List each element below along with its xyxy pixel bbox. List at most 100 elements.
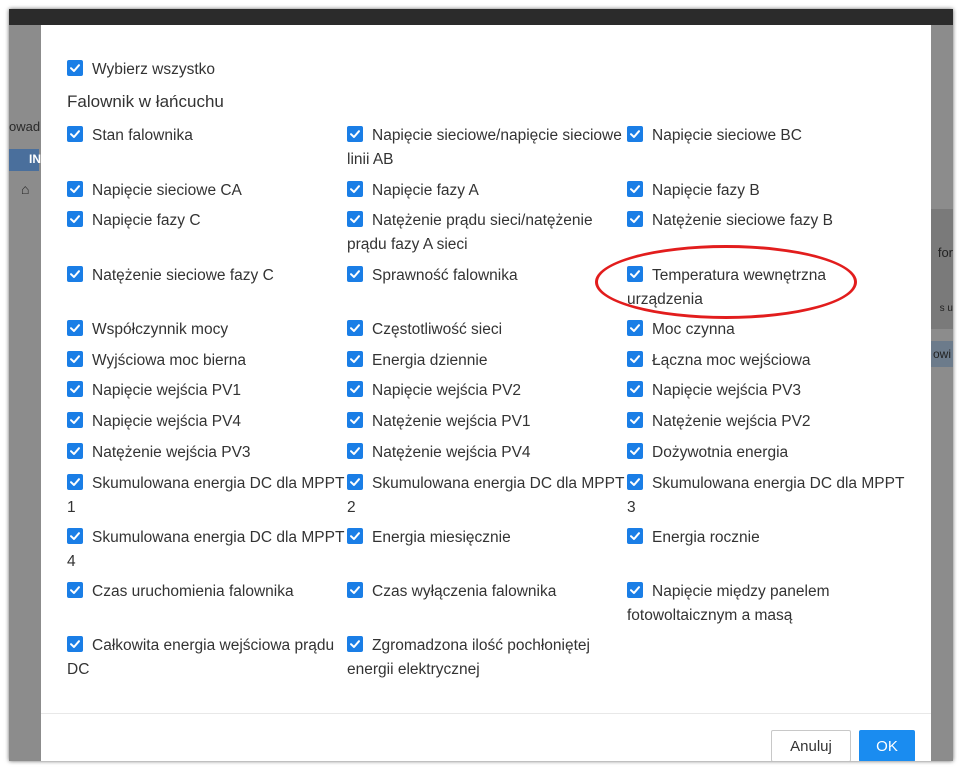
checkbox-checked-icon: [627, 320, 643, 336]
checkbox-checked-icon: [67, 636, 83, 652]
checkbox-item[interactable]: Skumulowana energia DC dla MPPT 3: [627, 472, 912, 520]
checkbox-label: Natężenie sieciowe fazy C: [92, 267, 274, 284]
checkbox-label: Napięcie sieciowe CA: [92, 182, 242, 199]
dialog-footer: Anuluj OK: [41, 713, 931, 761]
checkbox-item[interactable]: Natężenie sieciowe fazy B: [627, 209, 912, 233]
checkbox-item[interactable]: Energia dziennie: [347, 349, 627, 373]
checkbox-item[interactable]: Częstotliwość sieci: [347, 318, 627, 342]
checkbox-item[interactable]: Napięcie sieciowe CA: [67, 179, 347, 203]
checkbox-item[interactable]: Natężenie wejścia PV3: [67, 441, 347, 465]
select-all-label: Wybierz wszystko: [92, 61, 216, 78]
checkbox-item[interactable]: Napięcie fazy A: [347, 179, 627, 203]
checkbox-item[interactable]: Łączna moc wejściowa: [627, 349, 912, 373]
checkbox-checked-icon: [67, 60, 83, 76]
checkbox-item[interactable]: Skumulowana energia DC dla MPPT 4: [67, 526, 347, 574]
checkbox-label: Energia miesięcznie: [372, 529, 511, 546]
checkbox-item[interactable]: Energia miesięcznie: [347, 526, 627, 550]
checkbox-item[interactable]: Zgromadzona ilość pochłoniętej energii e…: [347, 634, 627, 682]
checkbox-label: Natężenie wejścia PV2: [652, 413, 811, 430]
checkbox-checked-icon: [67, 528, 83, 544]
checkbox-label: Współczynnik mocy: [92, 321, 229, 338]
checkbox-checked-icon: [347, 381, 363, 397]
checkbox-checked-icon: [347, 181, 363, 197]
checkbox-item[interactable]: Natężenie sieciowe fazy C: [67, 264, 347, 288]
checkbox-label: Skumulowana energia DC dla MPPT 1: [67, 475, 345, 516]
checkbox-label: Moc czynna: [652, 321, 735, 338]
home-icon: ⌂: [21, 181, 30, 197]
checkbox-label: Skumulowana energia DC dla MPPT 2: [347, 475, 625, 516]
checkbox-label: Natężenie wejścia PV4: [372, 444, 531, 461]
background-right-row: owi: [931, 341, 953, 367]
checkbox-item[interactable]: Napięcie sieciowe BC: [627, 124, 912, 148]
checkbox-checked-icon: [347, 211, 363, 227]
checkbox-checked-icon: [347, 582, 363, 598]
checkbox-item[interactable]: Napięcie wejścia PV1: [67, 379, 347, 403]
checkbox-item[interactable]: Stan falownika: [67, 124, 347, 148]
checkbox-item[interactable]: Skumulowana energia DC dla MPPT 2: [347, 472, 627, 520]
checkbox-item[interactable]: Napięcie fazy C: [67, 209, 347, 233]
checkbox-item[interactable]: Skumulowana energia DC dla MPPT 1: [67, 472, 347, 520]
checkbox-checked-icon: [627, 211, 643, 227]
checkbox-checked-icon: [67, 181, 83, 197]
section-title: Falownik w łańcuchu: [67, 92, 224, 111]
checkbox-item[interactable]: Napięcie wejścia PV3: [627, 379, 912, 403]
checkbox-checked-icon: [347, 443, 363, 459]
checkbox-label: Napięcie między panelem fotowoltaicznym …: [627, 583, 830, 624]
checkbox-checked-icon: [347, 351, 363, 367]
checkbox-label: Energia rocznie: [652, 529, 760, 546]
cancel-button[interactable]: Anuluj: [771, 730, 851, 761]
checkbox-item[interactable]: Wyjściowa moc bierna: [67, 349, 347, 373]
checkbox-item[interactable]: Napięcie wejścia PV4: [67, 410, 347, 434]
checkbox-checked-icon: [347, 528, 363, 544]
checkbox-label: Energia dziennie: [372, 352, 488, 369]
checkbox-item[interactable]: Całkowita energia wejściowa prądu DC: [67, 634, 347, 682]
checkbox-checked-icon: [627, 381, 643, 397]
checkbox-checked-icon: [67, 443, 83, 459]
checkbox-label: Natężenie wejścia PV3: [92, 444, 251, 461]
checkbox-item[interactable]: Czas wyłączenia falownika: [347, 580, 627, 604]
checkbox-item[interactable]: Współczynnik mocy: [67, 318, 347, 342]
checkbox-checked-icon: [627, 126, 643, 142]
ok-button[interactable]: OK: [859, 730, 915, 761]
checkbox-item[interactable]: Moc czynna: [627, 318, 912, 342]
checkbox-item[interactable]: Natężenie wejścia PV1: [347, 410, 627, 434]
checkbox-item[interactable]: Dożywotnia energia: [627, 441, 912, 465]
checkbox-item[interactable]: Czas uruchomienia falownika: [67, 580, 347, 604]
background-right-row-text: owi: [933, 347, 952, 361]
checkbox-label: Skumulowana energia DC dla MPPT 3: [627, 475, 905, 516]
checkbox-label: Temperatura wewnętrzna urządzenia: [627, 267, 827, 308]
checkbox-item-highlighted[interactable]: Temperatura wewnętrzna urządzenia: [627, 264, 867, 312]
checkbox-label: Wyjściowa moc bierna: [92, 352, 247, 369]
checkbox-item[interactable]: Natężenie wejścia PV2: [627, 410, 912, 434]
checkbox-label: Natężenie sieciowe fazy B: [652, 212, 833, 229]
checkbox-item[interactable]: Napięcie fazy B: [627, 179, 912, 203]
checkbox-item[interactable]: Napięcie między panelem fotowoltaicznym …: [627, 580, 912, 628]
checkbox-label: Sprawność falownika: [372, 267, 518, 284]
background-right-text: for: [937, 245, 953, 260]
select-columns-dialog: Wybierz wszystko Falownik w łańcuchu Sta…: [41, 25, 931, 761]
checkbox-item[interactable]: Napięcie sieciowe/napięcie sieciowe lini…: [347, 124, 627, 172]
checkbox-checked-icon: [67, 211, 83, 227]
checkbox-item[interactable]: Natężenie wejścia PV4: [347, 441, 627, 465]
checkbox-label: Natężenie wejścia PV1: [372, 413, 531, 430]
checkbox-item[interactable]: Energia rocznie: [627, 526, 912, 550]
checkbox-checked-icon: [627, 351, 643, 367]
checkbox-label: Napięcie fazy C: [92, 212, 201, 229]
checkbox-checked-icon: [627, 412, 643, 428]
checkbox-checked-icon: [347, 636, 363, 652]
checkbox-label: Napięcie wejścia PV2: [372, 382, 522, 399]
background-left-button: IN: [9, 149, 41, 171]
background-left-button-label: IN: [29, 152, 41, 166]
checkbox-item[interactable]: Sprawność falownika: [347, 264, 627, 288]
background-right-text-small: s u: [939, 303, 953, 314]
checkbox-checked-icon: [347, 474, 363, 490]
checkbox-label: Zgromadzona ilość pochłoniętej energii e…: [347, 637, 590, 678]
checkbox-item[interactable]: Natężenie prądu sieci/natężenie prądu fa…: [347, 209, 627, 257]
checkbox-label: Stan falownika: [92, 127, 193, 144]
screenshot-frame: owad IN ⌂ for s u owi Wybierz wszystko F…: [9, 9, 953, 761]
checkbox-label: Natężenie prądu sieci/natężenie prądu fa…: [347, 212, 593, 253]
checkbox-item[interactable]: Napięcie wejścia PV2: [347, 379, 627, 403]
select-all-checkbox[interactable]: Wybierz wszystko: [67, 58, 215, 82]
checkbox-checked-icon: [627, 474, 643, 490]
checkbox-checked-icon: [67, 351, 83, 367]
